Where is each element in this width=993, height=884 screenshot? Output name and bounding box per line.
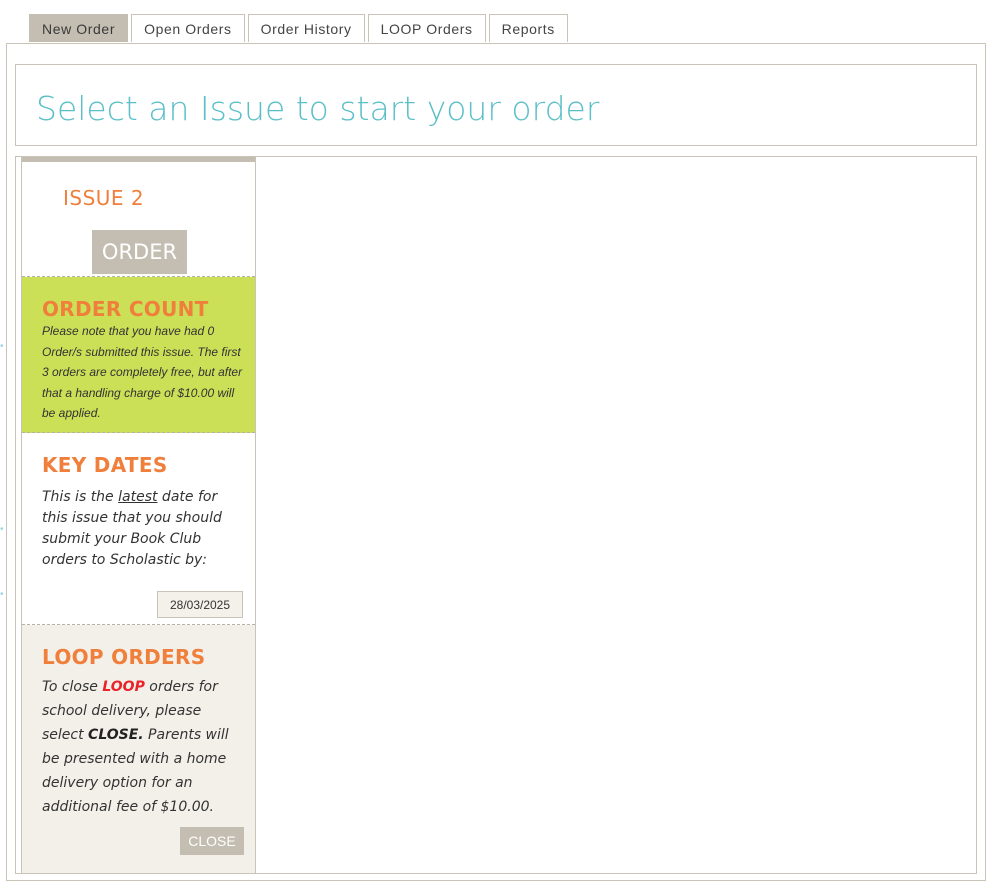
tab-open-orders[interactable]: Open Orders [131, 14, 245, 42]
issue-panel: ISSUE 2 ORDER ORDER COUNT Please note th… [21, 157, 256, 873]
key-dates-text-before: This is the [42, 489, 119, 505]
decorative-mark: • [0, 589, 4, 600]
decorative-mark: • [0, 341, 4, 352]
loop-text-1: To close [42, 679, 103, 695]
loop-orders-heading: LOOP ORDERS [42, 645, 206, 669]
key-dates-latest: latest [118, 489, 158, 505]
close-keyword: CLOSE. [88, 727, 144, 743]
decorative-mark: • [0, 524, 4, 535]
loop-keyword: LOOP [102, 679, 145, 695]
tab-bar: New Order Open Orders Order History LOOP… [29, 14, 568, 42]
loop-orders-section: LOOP ORDERS To close LOOP orders for sch… [22, 625, 255, 873]
tab-loop-orders[interactable]: LOOP Orders [367, 14, 486, 42]
title-box: Select an Issue to start your order [15, 64, 977, 146]
tab-reports[interactable]: Reports [488, 14, 568, 42]
close-button[interactable]: CLOSE [180, 827, 244, 855]
issue-section: ISSUE 2 ORDER [22, 162, 255, 277]
order-button[interactable]: ORDER [92, 230, 187, 274]
tab-order-history[interactable]: Order History [247, 14, 365, 42]
page: New Order Open Orders Order History LOOP… [0, 0, 993, 884]
key-dates-heading: KEY DATES [42, 453, 168, 477]
page-title: Select an Issue to start your order [36, 89, 600, 128]
key-dates-section: KEY DATES This is the latest date for th… [22, 433, 255, 625]
order-count-section: ORDER COUNT Please note that you have ha… [22, 277, 255, 433]
key-dates-text: This is the latest date for this issue t… [42, 487, 243, 571]
issue-title: ISSUE 2 [63, 186, 145, 210]
tab-new-order[interactable]: New Order [29, 14, 129, 42]
loop-orders-text: To close LOOP orders for school delivery… [42, 675, 243, 819]
order-count-heading: ORDER COUNT [42, 297, 209, 321]
key-date-field: 28/03/2025 [157, 591, 243, 618]
order-count-text: Please note that you have had 0 Order/s … [42, 324, 243, 420]
